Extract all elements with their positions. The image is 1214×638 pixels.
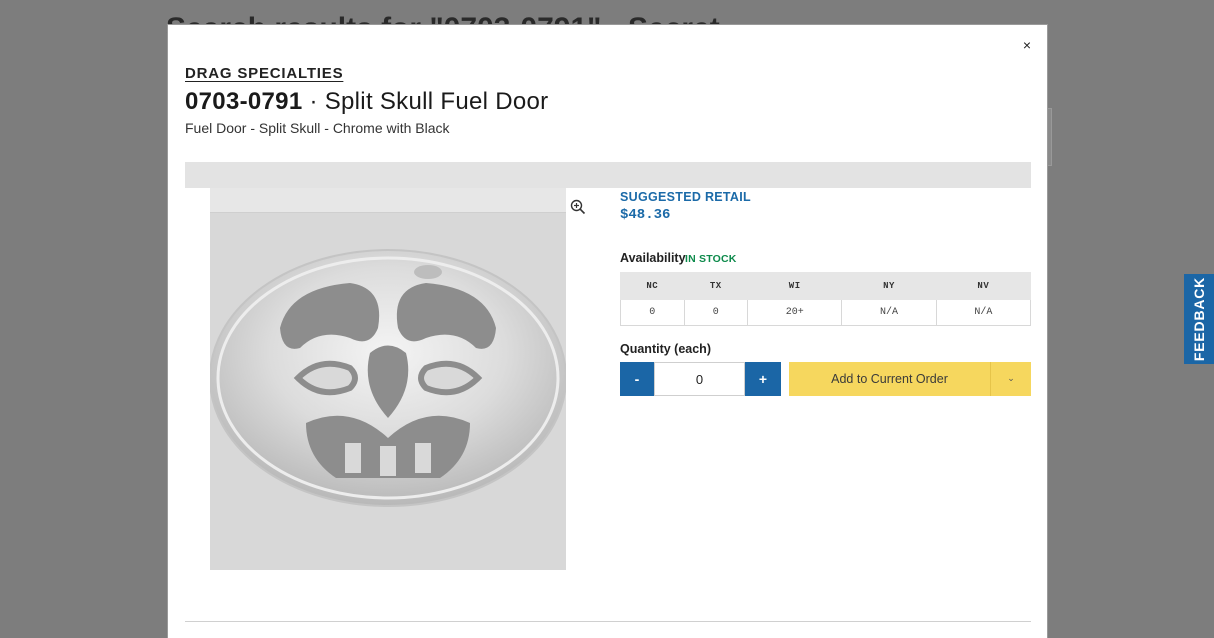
suggested-retail-price: $48.36 — [620, 207, 671, 223]
product-image[interactable] — [210, 188, 566, 570]
product-modal: × DRAG SPECIALTIES 0703-0791 · Split Sku… — [167, 24, 1048, 638]
quantity-input[interactable] — [654, 362, 745, 396]
warehouse-qty: 20+ — [747, 299, 843, 326]
chevron-down-icon: ⌄ — [1007, 373, 1015, 383]
warehouse-code: NC — [620, 272, 685, 300]
warehouse-header-row: NC TX WI NY NV — [620, 272, 1032, 300]
quantity-increment-button[interactable]: + — [745, 362, 781, 396]
fuel-door-illustration — [210, 249, 566, 507]
warehouse-code: TX — [683, 272, 749, 300]
part-number: 0703-0791 — [185, 88, 303, 115]
quantity-label: Quantity (each) — [620, 342, 711, 356]
warehouse-qty: 0 — [620, 299, 685, 326]
bottom-divider — [185, 621, 1031, 622]
product-subtitle: Fuel Door - Split Skull - Chrome with Bl… — [185, 120, 450, 136]
availability-status: IN STOCK — [685, 253, 737, 265]
warehouse-code: WI — [747, 272, 843, 300]
add-to-order-button[interactable]: Add to Current Order — [789, 362, 990, 396]
zoom-in-icon[interactable] — [570, 199, 586, 215]
feedback-tab[interactable]: FEEDBACK — [1184, 274, 1214, 364]
product-name: Split Skull Fuel Door — [324, 88, 549, 115]
warehouse-stock-table: NC TX WI NY NV 0 0 20+ N/A N/A — [620, 272, 1032, 326]
product-title: 0703-0791 · Split Skull Fuel Door — [185, 88, 548, 116]
close-button[interactable]: × — [1019, 35, 1035, 55]
brand-link[interactable]: DRAG SPECIALTIES — [185, 65, 343, 82]
warehouse-qty-row: 0 0 20+ N/A N/A — [620, 299, 1032, 326]
availability-label: Availability — [620, 251, 686, 265]
title-separator: · — [302, 88, 325, 115]
quantity-decrement-button[interactable]: - — [620, 362, 654, 396]
warehouse-qty: 0 — [683, 299, 749, 326]
feedback-label: FEEDBACK — [1191, 276, 1207, 362]
suggested-retail-label: SUGGESTED RETAIL — [620, 190, 751, 204]
add-order-dropdown-button[interactable]: ⌄ — [990, 362, 1031, 396]
warehouse-code: NY — [841, 272, 937, 300]
warehouse-code: NV — [935, 272, 1032, 300]
header-bar — [185, 162, 1031, 188]
warehouse-qty: N/A — [841, 299, 937, 326]
warehouse-qty: N/A — [935, 299, 1032, 326]
